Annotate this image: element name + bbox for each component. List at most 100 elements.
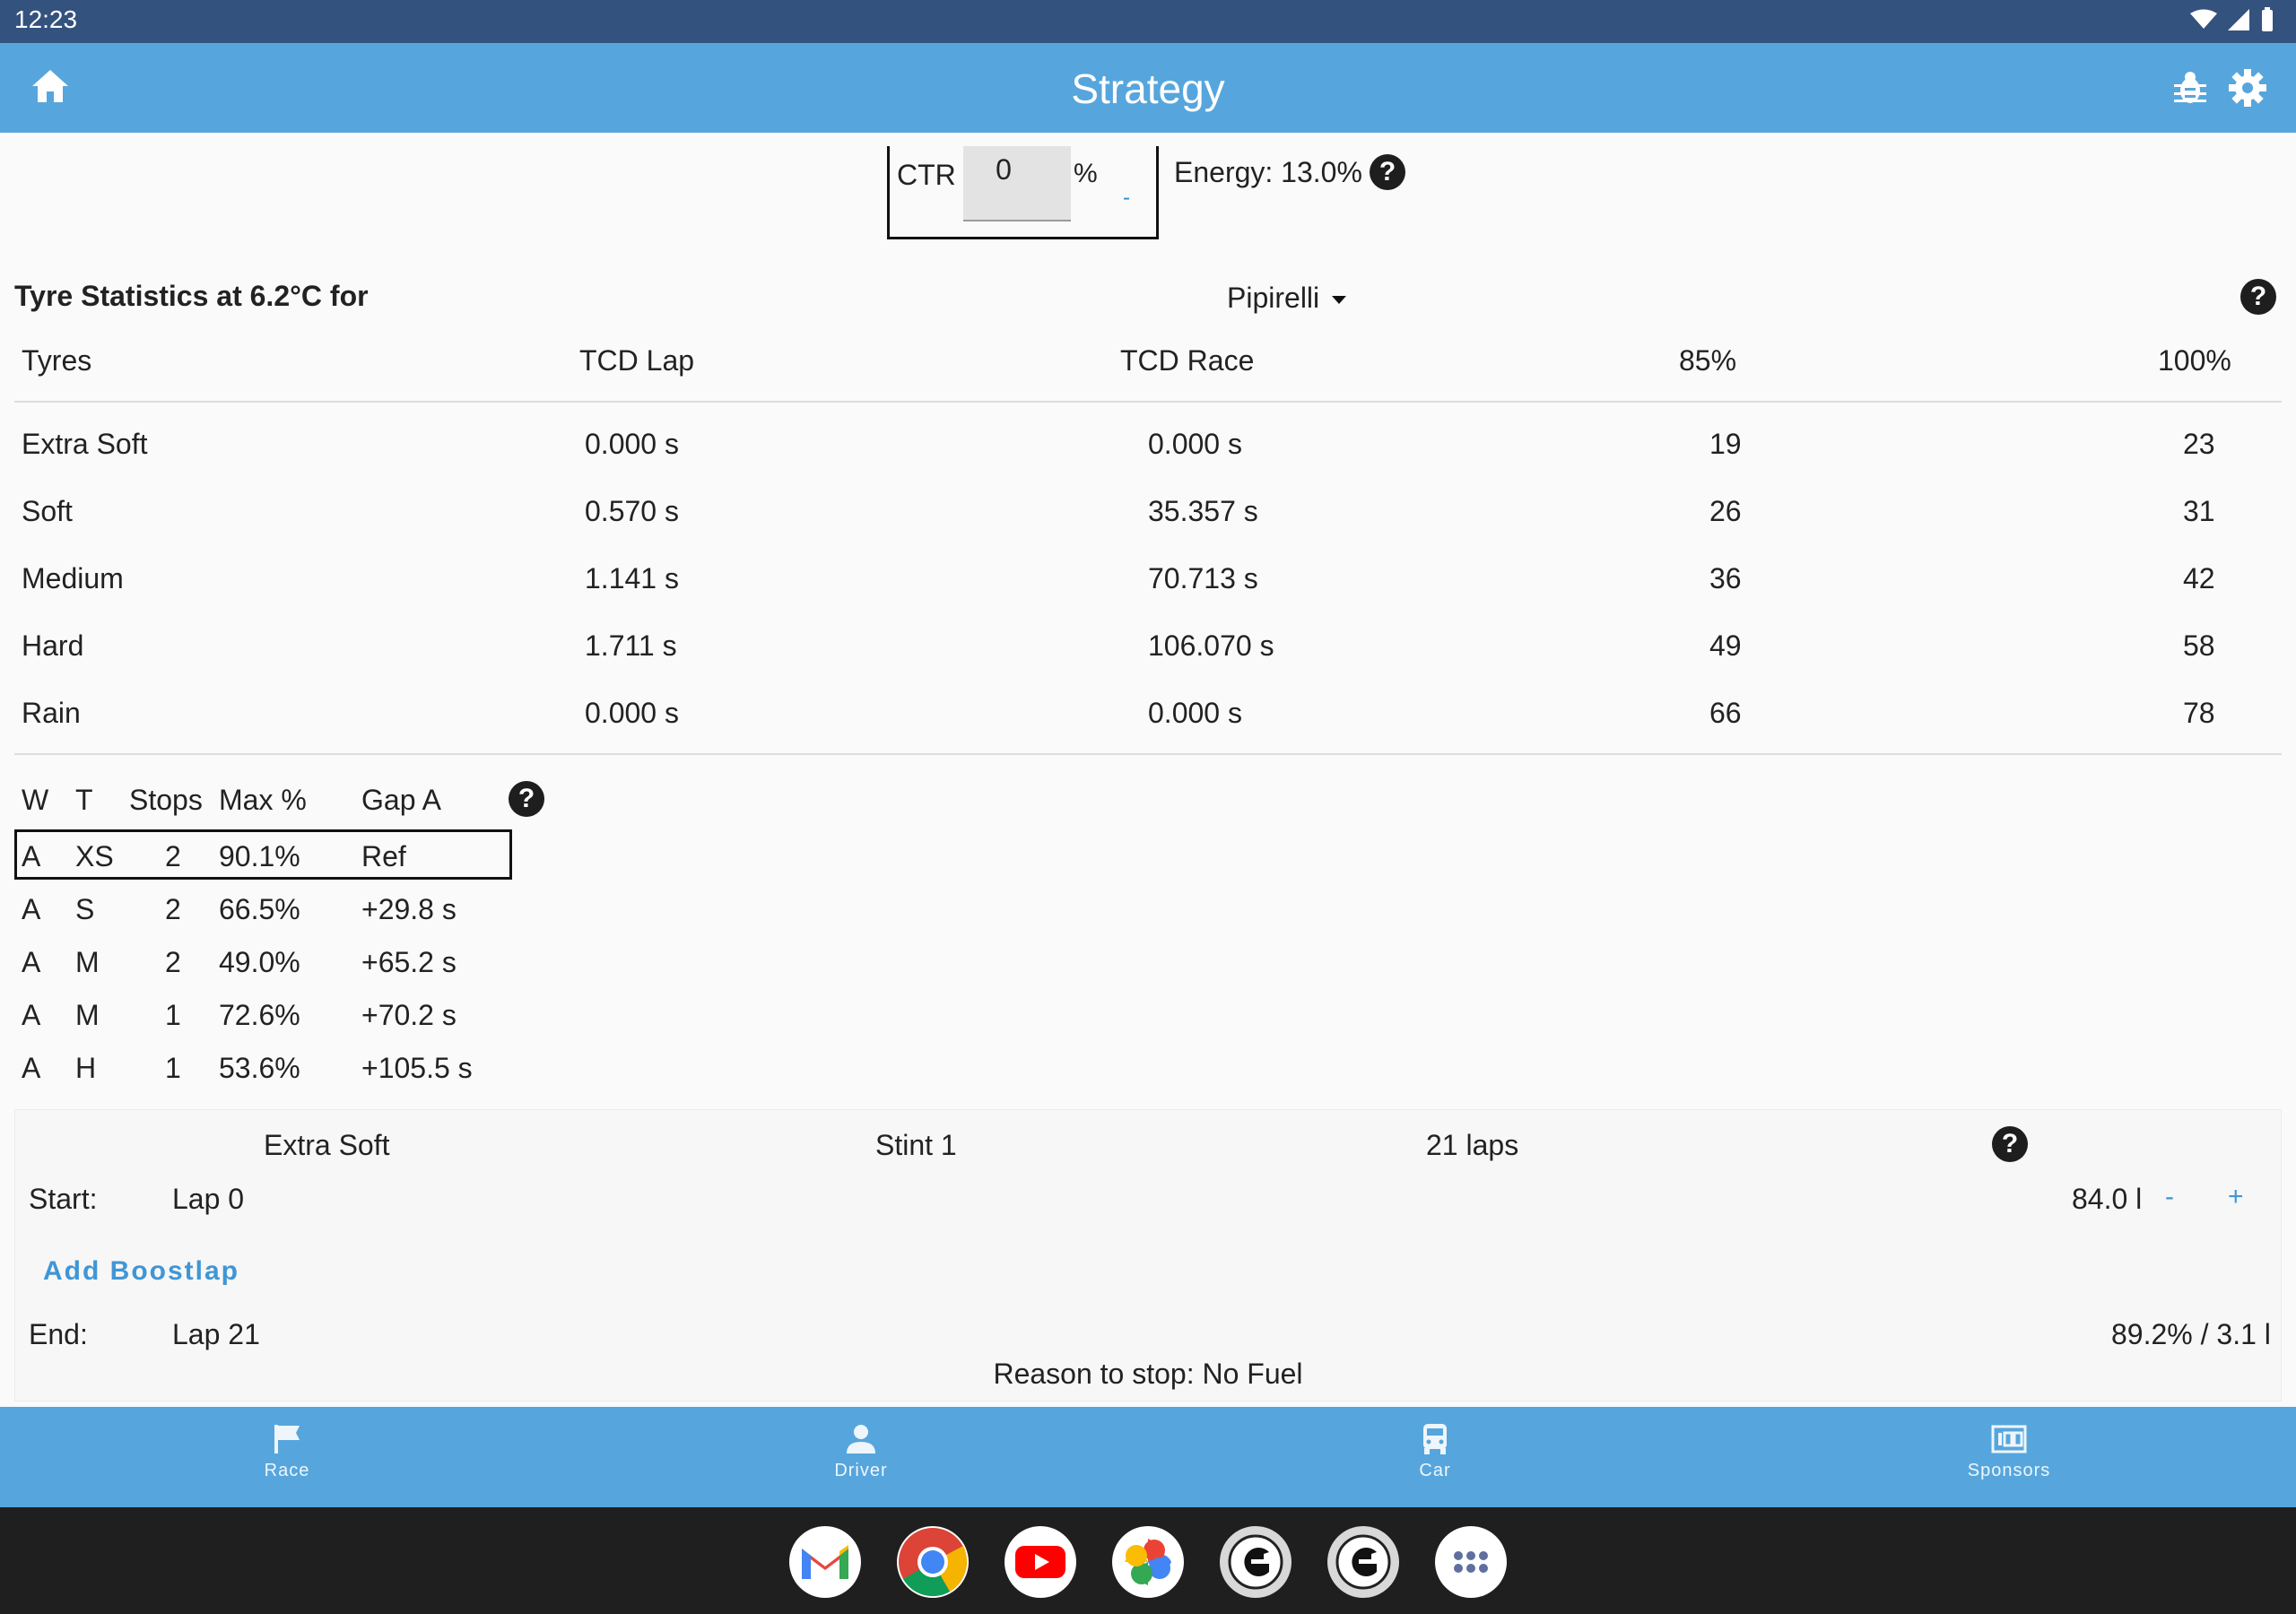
ctr-label: CTR <box>897 159 956 191</box>
strategy-stops: 2 <box>165 946 181 978</box>
stint-help-icon[interactable]: ? <box>1992 1126 2028 1162</box>
nav-item-sponsors[interactable]: Sponsors <box>1901 1418 2117 1481</box>
ctr-input[interactable]: 0 <box>963 146 1071 221</box>
person-icon <box>847 1425 875 1453</box>
strategy-header-w: W <box>22 784 49 816</box>
strategy-max: 90.1% <box>219 840 300 872</box>
taskbar <box>0 1507 2296 1614</box>
strategy-help-icon[interactable]: ? <box>509 781 544 817</box>
chevron-down-icon <box>1332 296 1347 305</box>
laps-85: 49 <box>1709 629 1742 662</box>
strategy-weather: A <box>22 893 41 925</box>
strategy-stops: 2 <box>165 840 181 872</box>
game-app-icon[interactable] <box>1220 1526 1292 1598</box>
strategy-weather: A <box>22 946 41 978</box>
strategy-tyre: M <box>75 946 100 978</box>
bug-icon[interactable] <box>2174 70 2206 106</box>
youtube-icon[interactable] <box>1004 1526 1076 1598</box>
stint-fuel: 84.0 l <box>2072 1183 2143 1215</box>
laps-85: 19 <box>1709 428 1742 460</box>
tyre-header-100: 100% <box>2158 344 2231 377</box>
strategy-stops: 1 <box>165 1052 181 1084</box>
photos-icon[interactable] <box>1112 1526 1184 1598</box>
energy-help-icon[interactable]: ? <box>1370 154 1405 190</box>
stint-end-stats: 89.2% / 3.1 l <box>2111 1318 2271 1350</box>
tcd-lap: 0.000 s <box>585 697 679 729</box>
tyre-header-85: 85% <box>1679 344 1737 377</box>
tcd-lap: 0.000 s <box>585 428 679 460</box>
fuel-decrement-button[interactable]: - <box>2165 1182 2174 1212</box>
strategy-gap: +70.2 s <box>361 999 457 1031</box>
nav-item-car[interactable]: Car <box>1327 1418 1543 1481</box>
stint-end-label: End: <box>29 1318 88 1350</box>
wifi-icon <box>2190 9 2217 29</box>
nav-label: Race <box>264 1461 310 1480</box>
laps-100: 78 <box>2183 697 2215 729</box>
fuel-increment-button[interactable]: + <box>2228 1182 2244 1212</box>
tcd-race: 0.000 s <box>1148 697 1242 729</box>
stint-laps: 21 laps <box>1426 1129 1519 1161</box>
chrome-icon[interactable] <box>897 1526 969 1598</box>
tyre-header-tcd-lap: TCD Lap <box>579 344 695 377</box>
divider <box>14 753 2282 755</box>
app-bar: Strategy <box>0 43 2296 133</box>
tyre-stats-help-icon[interactable]: ? <box>2240 279 2276 315</box>
tcd-lap: 0.570 s <box>585 495 679 527</box>
signal-icon <box>2228 9 2249 30</box>
strategy-gap: +105.5 s <box>361 1052 473 1084</box>
strategy-header-stops: Stops <box>129 784 203 816</box>
nav-label: Driver <box>834 1461 888 1480</box>
strategy-gap: +29.8 s <box>361 893 457 925</box>
strategy-max: 66.5% <box>219 893 300 925</box>
stint-name: Stint 1 <box>875 1129 957 1161</box>
stint-end-value: Lap 21 <box>172 1318 260 1350</box>
strategy-header-max: Max % <box>219 784 307 816</box>
strategy-tyre: M <box>75 999 100 1031</box>
tyre-name: Soft <box>22 495 73 527</box>
strategy-max: 72.6% <box>219 999 300 1031</box>
tcd-lap: 1.141 s <box>585 562 679 594</box>
nav-item-race[interactable]: Race <box>179 1418 395 1481</box>
tcd-race: 106.070 s <box>1148 629 1274 662</box>
laps-100: 23 <box>2183 428 2215 460</box>
bottom-nav: Race Driver Car Sponsors <box>0 1407 2296 1507</box>
tyre-name: Rain <box>22 697 81 729</box>
status-time: 12:23 <box>14 5 78 33</box>
tcd-race: 0.000 s <box>1148 428 1242 460</box>
tyre-name: Medium <box>22 562 124 594</box>
scoreboard-icon <box>1991 1425 2027 1453</box>
stint-start-label: Start: <box>29 1183 98 1215</box>
strategy-max: 49.0% <box>219 946 300 978</box>
stint-start-value: Lap 0 <box>172 1183 245 1215</box>
tcd-race: 35.357 s <box>1148 495 1258 527</box>
nav-label: Car <box>1419 1461 1451 1480</box>
tcd-race: 70.713 s <box>1148 562 1258 594</box>
tyre-header-tyres: Tyres <box>22 344 92 377</box>
strategy-weather: A <box>22 999 41 1031</box>
ctr-decrement-button[interactable]: - <box>1123 186 1130 211</box>
tyre-name: Hard <box>22 629 84 662</box>
gear-icon[interactable] <box>2228 68 2267 108</box>
strategy-header-gap: Gap A <box>361 784 441 816</box>
strategy-tyre: S <box>75 893 95 925</box>
nav-item-driver[interactable]: Driver <box>753 1418 969 1481</box>
add-boostlap-button[interactable]: Add Boostlap <box>43 1256 239 1287</box>
laps-85: 66 <box>1709 697 1742 729</box>
strategy-gap: Ref <box>361 840 406 872</box>
tyre-stats-title: Tyre Statistics at 6.2°C for <box>14 280 369 312</box>
energy-label: Energy: 13.0% <box>1174 156 1362 188</box>
tcd-lap: 1.711 s <box>585 629 677 662</box>
laps-100: 58 <box>2183 629 2215 662</box>
page-title: Strategy <box>1071 65 1225 112</box>
laps-100: 31 <box>2183 495 2215 527</box>
strategy-tyre: H <box>75 1052 97 1084</box>
strategy-stops: 1 <box>165 999 181 1031</box>
tyre-supplier-dropdown[interactable]: Pipirelli <box>1227 282 1347 315</box>
battery-icon <box>2262 7 2273 31</box>
tyre-name: Extra Soft <box>22 428 148 460</box>
game-app-2-icon[interactable] <box>1327 1526 1399 1598</box>
app-drawer-icon[interactable] <box>1435 1526 1507 1598</box>
strategy-header-t: T <box>75 784 93 816</box>
gmail-icon[interactable] <box>789 1526 861 1598</box>
stint-stop-reason: Reason to stop: No Fuel <box>993 1358 1303 1390</box>
